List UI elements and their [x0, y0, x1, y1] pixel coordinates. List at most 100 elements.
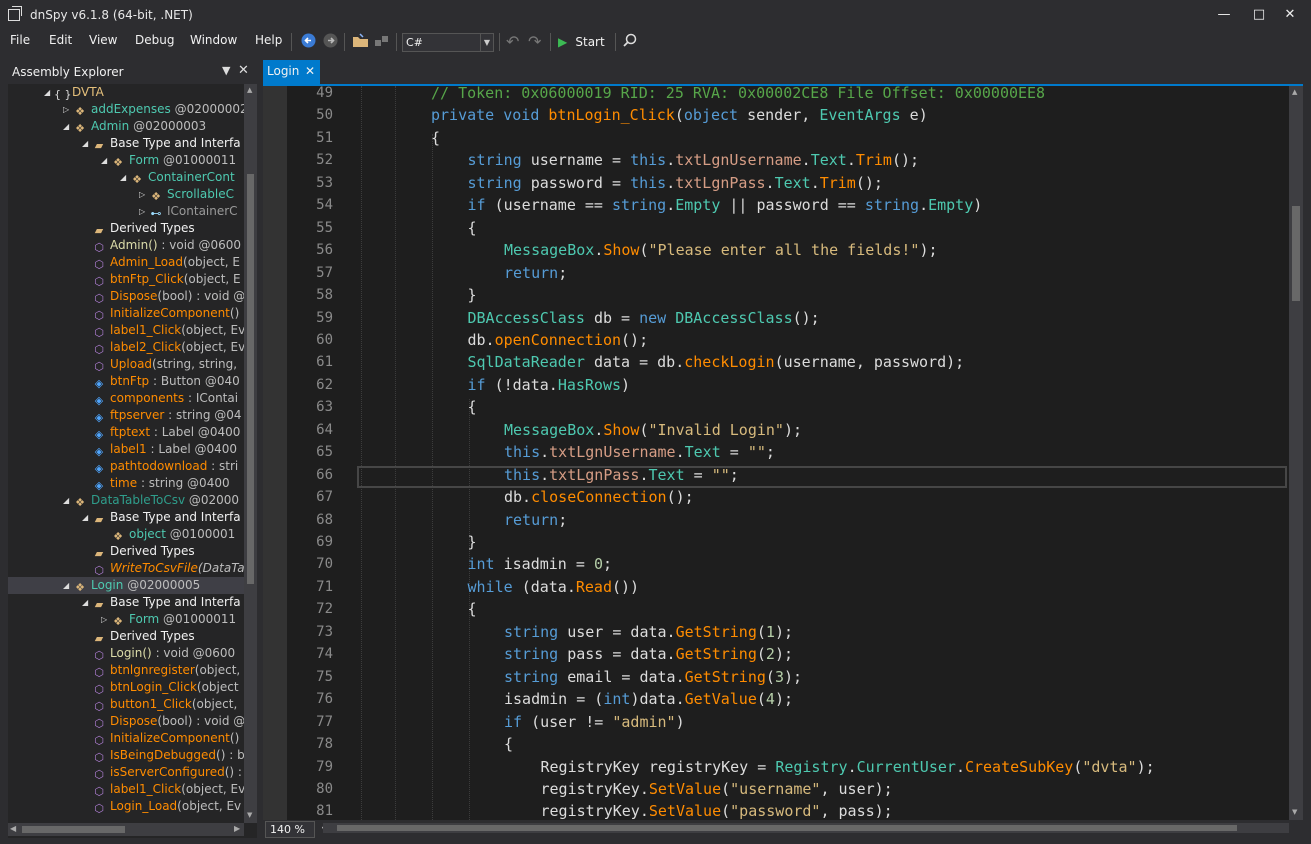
tree-node[interactable]: ◈ btnFtp : Button @040	[82, 373, 240, 390]
tree-node[interactable]: ◢ ❖ Form @01000011	[101, 152, 236, 169]
menu-view[interactable]: View	[89, 33, 117, 47]
tree-node[interactable]: ⬡ Login_Load(object, Ev	[82, 798, 241, 815]
collapse-icon[interactable]: ◢	[63, 492, 73, 509]
tree-node[interactable]: ⬡ btnFtp_Click(object, E	[82, 271, 240, 288]
tree-node[interactable]: ◢ ❖ DataTableToCsv @02000	[63, 492, 239, 509]
open-folder-icon[interactable]	[352, 33, 369, 51]
tree-node[interactable]: ⬡ btnLogin_Click(object	[82, 679, 238, 696]
code-editor[interactable]: 49 // Token: 0x06000019 RID: 25 RVA: 0x00…	[263, 86, 1303, 820]
expand-icon[interactable]: ▷	[139, 186, 149, 203]
tree-node-label: Admin()	[110, 238, 158, 252]
code-token: return	[504, 263, 559, 282]
tree-node[interactable]: ◈ pathtodownload : stri	[82, 458, 239, 475]
tree-node[interactable]: ▷ ❖ addExpenses @02000002	[63, 101, 244, 118]
tree-node[interactable]: ⬡ Admin_Load(object, E	[82, 254, 240, 271]
collapse-icon[interactable]: ◢	[101, 152, 111, 169]
tree-node[interactable]: ◈ components : IContai	[82, 390, 238, 407]
tree-node[interactable]: ⬡ Upload(string, string,	[82, 356, 237, 373]
collapse-icon[interactable]: ◢	[44, 84, 54, 101]
tree-node[interactable]: ▰ Derived Types	[82, 628, 195, 645]
tree-node[interactable]: ◢ ❖ ContainerCont	[120, 169, 235, 186]
panel-dropdown-icon[interactable]: ▼	[222, 64, 230, 77]
zoom-select[interactable]: 140 % ▼	[265, 821, 328, 838]
panel-close-icon[interactable]: ✕	[238, 63, 249, 78]
tree-node[interactable]: ⬡ Login() : void @0600	[82, 645, 235, 662]
close-icon[interactable]: ✕	[1268, 2, 1311, 28]
tab-login[interactable]: Login ✕	[263, 60, 320, 84]
collapse-icon[interactable]: ◢	[120, 169, 130, 186]
menu-debug[interactable]: Debug	[135, 33, 174, 47]
tree-node[interactable]: ⬡ Dispose(bool) : void @	[82, 288, 244, 305]
editor-horizontal-scrollbar[interactable]	[323, 823, 1289, 833]
menu-file[interactable]: File	[10, 33, 30, 47]
tree-node[interactable]: ▰ Derived Types	[82, 220, 195, 237]
zoom-value: 140 %	[270, 823, 305, 836]
editor-vertical-scrollbar[interactable]: ▲ ▼	[1289, 86, 1303, 820]
tree-node[interactable]: ❖ object @0100001	[101, 526, 235, 543]
tree-node[interactable]: ⬡ InitializeComponent()	[82, 730, 239, 747]
redo-icon[interactable]: ↷	[528, 33, 541, 51]
tree-horizontal-scrollbar[interactable]: ◀ ▶	[8, 823, 244, 836]
tab-close-icon[interactable]: ✕	[305, 60, 315, 83]
tree-node[interactable]: ⬡ Admin() : void @0600	[82, 237, 241, 254]
tree-node[interactable]: ⬡ label1_Click(object, Ev	[82, 781, 244, 798]
menu-window[interactable]: Window	[190, 33, 237, 47]
method-icon: ⬡	[94, 326, 104, 339]
tree-node[interactable]: ◈ label1 : Label @0400	[82, 441, 237, 458]
tree-node[interactable]: ▰ Derived Types	[82, 543, 195, 560]
tree-node[interactable]: ◢ ▰ Base Type and Interfa	[82, 509, 241, 526]
tree-node[interactable]: ⬡ label1_Click(object, Ev	[82, 322, 244, 339]
line-number: 59	[316, 309, 333, 326]
line-number: 68	[316, 511, 333, 528]
tree-node[interactable]: ⬡ InitializeComponent()	[82, 305, 239, 322]
tree-node[interactable]: ⬡ WriteToCsvFile(DataTa	[82, 560, 244, 577]
tree-vertical-scrollbar[interactable]: ▲ ▼	[244, 84, 257, 823]
open-list-icon[interactable]	[374, 33, 389, 51]
language-select[interactable]: C# ▼	[402, 33, 494, 52]
collapse-icon[interactable]: ◢	[82, 594, 92, 611]
menu-help[interactable]: Help	[255, 33, 282, 47]
code-token: ();	[792, 308, 820, 327]
method-icon: ⬡	[94, 241, 104, 254]
search-icon[interactable]	[623, 33, 637, 51]
tree-node[interactable]: ▷ ❖ ScrollableC	[139, 186, 234, 203]
tree-node[interactable]: ⬡ Dispose(bool) : void @	[82, 713, 244, 730]
expand-icon[interactable]: ▷	[139, 203, 149, 220]
toolbar-separator	[291, 33, 292, 51]
tree-scroll-thumb[interactable]	[247, 174, 254, 584]
tree-node[interactable]: ◢ ▰ Base Type and Interfa	[82, 594, 241, 611]
tree-node[interactable]: ⬡ btnlgnregister(object,	[82, 662, 240, 679]
tree-node[interactable]: ◈ time : string @0400	[82, 475, 230, 492]
start-button[interactable]: ▶ Start	[558, 33, 606, 51]
tree-node[interactable]: ▷ ❖ Form @01000011	[101, 611, 236, 628]
expand-icon[interactable]: ▷	[63, 101, 73, 118]
code-token: .	[846, 151, 856, 170]
back-icon[interactable]	[301, 33, 316, 51]
tree-node[interactable]: ◢ ❖ Login @02000005	[63, 577, 200, 594]
tree-node[interactable]: ◈ ftpserver : string @04	[82, 407, 242, 424]
expand-icon[interactable]: ▷	[101, 611, 111, 628]
editor-scroll-thumb[interactable]	[1292, 206, 1300, 301]
tree-node[interactable]: ◈ ftptext : Label @0400	[82, 424, 241, 441]
tree-node[interactable]: ⬡ label2_Click(object, Ev	[82, 339, 244, 356]
collapse-icon[interactable]: ◢	[63, 118, 73, 135]
editor-hscroll-thumb[interactable]	[337, 825, 1237, 831]
tree-node[interactable]: ▷ ⊷ IContainerC	[139, 203, 238, 220]
line-number: 62	[316, 376, 333, 393]
tree-hscroll-thumb[interactable]	[22, 826, 125, 833]
code-token: )	[918, 106, 928, 125]
undo-icon[interactable]: ↶	[506, 33, 519, 51]
tree-node[interactable]: ◢{ }DVTA	[44, 84, 104, 101]
collapse-icon[interactable]: ◢	[63, 577, 73, 594]
collapse-icon[interactable]: ◢	[82, 509, 92, 526]
menu-edit[interactable]: Edit	[49, 33, 72, 47]
tree-node[interactable]: ⬡ button1_Click(object,	[82, 696, 237, 713]
field-icon: ◈	[94, 479, 104, 492]
tree-node-detail: : IContai	[184, 391, 239, 405]
collapse-icon[interactable]: ◢	[82, 135, 92, 152]
tree-node[interactable]: ⬡ isServerConfigured() :	[82, 764, 242, 781]
tree-node[interactable]: ◢ ▰ Base Type and Interfa	[82, 135, 241, 152]
tree-node[interactable]: ⬡ IsBeingDebugged() : b	[82, 747, 244, 764]
tree-node[interactable]: ◢ ❖ Admin @02000003	[63, 118, 206, 135]
forward-icon[interactable]	[323, 33, 338, 51]
